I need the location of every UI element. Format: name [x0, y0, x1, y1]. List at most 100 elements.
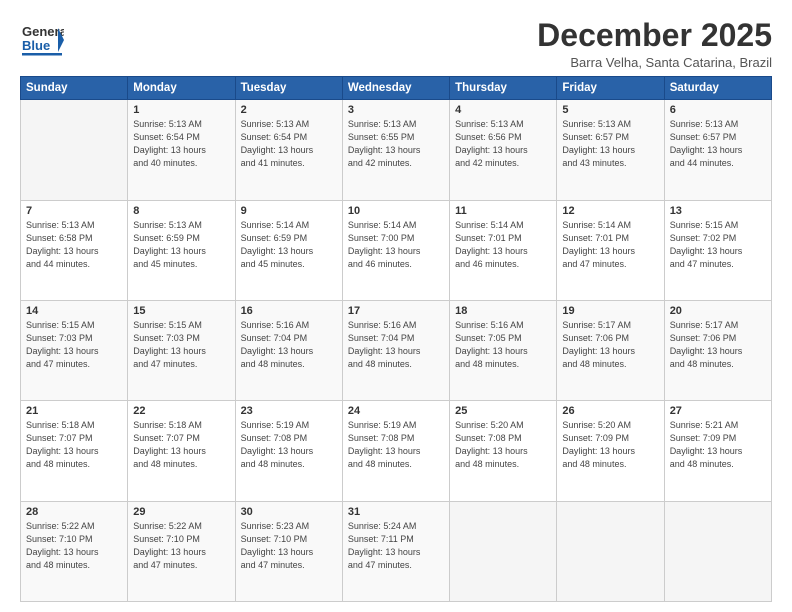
calendar-cell: 12 Sunrise: 5:14 AM Sunset: 7:01 PM Dayli…: [557, 200, 664, 300]
day-number: 24: [348, 405, 444, 417]
day-number: 31: [348, 506, 444, 518]
day-number: 21: [26, 405, 122, 417]
day-info: Sunrise: 5:21 AM Sunset: 7:09 PM Dayligh…: [670, 419, 766, 471]
page: General Blue December 2025 Barra Velha, …: [0, 0, 792, 612]
day-info: Sunrise: 5:18 AM Sunset: 7:07 PM Dayligh…: [133, 419, 229, 471]
svg-text:Blue: Blue: [22, 38, 50, 53]
calendar-cell: 22 Sunrise: 5:18 AM Sunset: 7:07 PM Dayli…: [128, 401, 235, 501]
calendar-cell: 6 Sunrise: 5:13 AM Sunset: 6:57 PM Daylig…: [664, 100, 771, 200]
day-info: Sunrise: 5:13 AM Sunset: 6:56 PM Dayligh…: [455, 118, 551, 170]
day-info: Sunrise: 5:14 AM Sunset: 6:59 PM Dayligh…: [241, 219, 337, 271]
day-number: 6: [670, 104, 766, 116]
calendar-header-saturday: Saturday: [664, 77, 771, 100]
calendar-cell: 3Sunrise: 5:13 AM Sunset: 6:55 PM Daylig…: [342, 100, 449, 200]
calendar-cell: [450, 501, 557, 601]
day-info: Sunrise: 5:22 AM Sunset: 7:10 PM Dayligh…: [26, 520, 122, 572]
day-number: 30: [241, 506, 337, 518]
calendar-cell: 26 Sunrise: 5:20 AM Sunset: 7:09 PM Dayli…: [557, 401, 664, 501]
day-number: 28: [26, 506, 122, 518]
calendar-cell: 21 Sunrise: 5:18 AM Sunset: 7:07 PM Dayli…: [21, 401, 128, 501]
calendar-table: SundayMondayTuesdayWednesdayThursdayFrid…: [20, 76, 772, 602]
calendar-cell: 24Sunrise: 5:19 AM Sunset: 7:08 PM Dayli…: [342, 401, 449, 501]
day-info: Sunrise: 5:20 AM Sunset: 7:08 PM Dayligh…: [455, 419, 551, 471]
day-info: Sunrise: 5:13 AM Sunset: 6:58 PM Dayligh…: [26, 219, 122, 271]
day-number: 1: [133, 104, 229, 116]
calendar-cell: [557, 501, 664, 601]
day-number: 20: [670, 305, 766, 317]
location: Barra Velha, Santa Catarina, Brazil: [537, 55, 772, 70]
calendar-cell: 18 Sunrise: 5:16 AM Sunset: 7:05 PM Dayli…: [450, 300, 557, 400]
day-number: 16: [241, 305, 337, 317]
day-info: Sunrise: 5:13 AM Sunset: 6:57 PM Dayligh…: [670, 118, 766, 170]
calendar-cell: 11 Sunrise: 5:14 AM Sunset: 7:01 PM Dayli…: [450, 200, 557, 300]
day-number: 10: [348, 205, 444, 217]
day-info: Sunrise: 5:13 AM Sunset: 6:59 PM Dayligh…: [133, 219, 229, 271]
calendar-week-row: 28 Sunrise: 5:22 AM Sunset: 7:10 PM Dayli…: [21, 501, 772, 601]
day-info: Sunrise: 5:19 AM Sunset: 7:08 PM Dayligh…: [241, 419, 337, 471]
day-number: 2: [241, 104, 337, 116]
day-number: 22: [133, 405, 229, 417]
day-number: 26: [562, 405, 658, 417]
day-info: Sunrise: 5:14 AM Sunset: 7:01 PM Dayligh…: [455, 219, 551, 271]
day-info: Sunrise: 5:15 AM Sunset: 7:02 PM Dayligh…: [670, 219, 766, 271]
calendar-week-row: 21 Sunrise: 5:18 AM Sunset: 7:07 PM Dayli…: [21, 401, 772, 501]
calendar-cell: 31 Sunrise: 5:24 AM Sunset: 7:11 PM Dayli…: [342, 501, 449, 601]
day-number: 13: [670, 205, 766, 217]
day-info: Sunrise: 5:20 AM Sunset: 7:09 PM Dayligh…: [562, 419, 658, 471]
day-number: 9: [241, 205, 337, 217]
day-number: 8: [133, 205, 229, 217]
calendar-cell: 30 Sunrise: 5:23 AM Sunset: 7:10 PM Dayli…: [235, 501, 342, 601]
day-info: Sunrise: 5:23 AM Sunset: 7:10 PM Dayligh…: [241, 520, 337, 572]
day-number: 19: [562, 305, 658, 317]
calendar-cell: 4Sunrise: 5:13 AM Sunset: 6:56 PM Daylig…: [450, 100, 557, 200]
day-info: Sunrise: 5:14 AM Sunset: 7:01 PM Dayligh…: [562, 219, 658, 271]
calendar-header-monday: Monday: [128, 77, 235, 100]
calendar-header-thursday: Thursday: [450, 77, 557, 100]
day-number: 29: [133, 506, 229, 518]
calendar-cell: 15 Sunrise: 5:15 AM Sunset: 7:03 PM Dayli…: [128, 300, 235, 400]
title-block: December 2025 Barra Velha, Santa Catarin…: [537, 18, 772, 70]
calendar-cell: 23 Sunrise: 5:19 AM Sunset: 7:08 PM Dayli…: [235, 401, 342, 501]
day-info: Sunrise: 5:24 AM Sunset: 7:11 PM Dayligh…: [348, 520, 444, 572]
day-info: Sunrise: 5:16 AM Sunset: 7:04 PM Dayligh…: [241, 319, 337, 371]
calendar-cell: 25Sunrise: 5:20 AM Sunset: 7:08 PM Dayli…: [450, 401, 557, 501]
calendar-week-row: 1 Sunrise: 5:13 AM Sunset: 6:54 PM Daylig…: [21, 100, 772, 200]
day-number: 7: [26, 205, 122, 217]
calendar-cell: 16 Sunrise: 5:16 AM Sunset: 7:04 PM Dayli…: [235, 300, 342, 400]
calendar-week-row: 14Sunrise: 5:15 AM Sunset: 7:03 PM Dayli…: [21, 300, 772, 400]
calendar-cell: 20 Sunrise: 5:17 AM Sunset: 7:06 PM Dayli…: [664, 300, 771, 400]
calendar-cell: 14Sunrise: 5:15 AM Sunset: 7:03 PM Dayli…: [21, 300, 128, 400]
day-number: 27: [670, 405, 766, 417]
day-info: Sunrise: 5:15 AM Sunset: 7:03 PM Dayligh…: [133, 319, 229, 371]
day-info: Sunrise: 5:16 AM Sunset: 7:04 PM Dayligh…: [348, 319, 444, 371]
day-info: Sunrise: 5:17 AM Sunset: 7:06 PM Dayligh…: [670, 319, 766, 371]
day-info: Sunrise: 5:16 AM Sunset: 7:05 PM Dayligh…: [455, 319, 551, 371]
calendar-week-row: 7 Sunrise: 5:13 AM Sunset: 6:58 PM Daylig…: [21, 200, 772, 300]
calendar-cell: 27 Sunrise: 5:21 AM Sunset: 7:09 PM Dayli…: [664, 401, 771, 501]
day-info: Sunrise: 5:18 AM Sunset: 7:07 PM Dayligh…: [26, 419, 122, 471]
month-year: December 2025: [537, 18, 772, 53]
day-info: Sunrise: 5:13 AM Sunset: 6:54 PM Dayligh…: [133, 118, 229, 170]
calendar-cell: 5 Sunrise: 5:13 AM Sunset: 6:57 PM Daylig…: [557, 100, 664, 200]
calendar-cell: [21, 100, 128, 200]
day-number: 3: [348, 104, 444, 116]
calendar-header-row: SundayMondayTuesdayWednesdayThursdayFrid…: [21, 77, 772, 100]
day-number: 5: [562, 104, 658, 116]
calendar-header-sunday: Sunday: [21, 77, 128, 100]
day-info: Sunrise: 5:17 AM Sunset: 7:06 PM Dayligh…: [562, 319, 658, 371]
calendar-header-tuesday: Tuesday: [235, 77, 342, 100]
header: General Blue December 2025 Barra Velha, …: [20, 18, 772, 70]
calendar-cell: 28 Sunrise: 5:22 AM Sunset: 7:10 PM Dayli…: [21, 501, 128, 601]
calendar-cell: 13 Sunrise: 5:15 AM Sunset: 7:02 PM Dayli…: [664, 200, 771, 300]
day-number: 12: [562, 205, 658, 217]
day-info: Sunrise: 5:13 AM Sunset: 6:57 PM Dayligh…: [562, 118, 658, 170]
day-number: 23: [241, 405, 337, 417]
day-number: 15: [133, 305, 229, 317]
calendar-cell: 2Sunrise: 5:13 AM Sunset: 6:54 PM Daylig…: [235, 100, 342, 200]
day-number: 11: [455, 205, 551, 217]
calendar-cell: 8 Sunrise: 5:13 AM Sunset: 6:59 PM Daylig…: [128, 200, 235, 300]
day-info: Sunrise: 5:15 AM Sunset: 7:03 PM Dayligh…: [26, 319, 122, 371]
calendar-header-friday: Friday: [557, 77, 664, 100]
calendar-cell: 9 Sunrise: 5:14 AM Sunset: 6:59 PM Daylig…: [235, 200, 342, 300]
day-number: 18: [455, 305, 551, 317]
